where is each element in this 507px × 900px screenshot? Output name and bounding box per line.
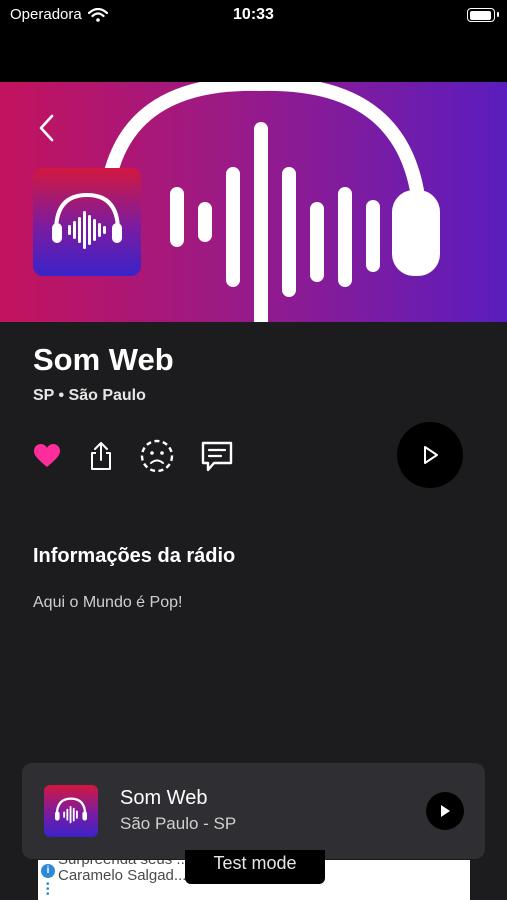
test-mode-badge: Test mode — [185, 850, 325, 884]
station-hero — [0, 82, 507, 322]
share-icon — [91, 442, 111, 470]
comment-button[interactable] — [199, 436, 235, 476]
play-icon — [441, 805, 450, 817]
info-description: Aqui o Mundo é Pop! — [33, 594, 183, 611]
play-icon — [424, 446, 438, 464]
station-location: SP • São Paulo — [33, 387, 146, 404]
mini-player-logo — [44, 785, 98, 837]
back-button[interactable] — [32, 110, 62, 146]
sad-face-icon — [140, 439, 174, 473]
waveform-bar — [170, 187, 184, 247]
waveform-bar — [226, 167, 240, 287]
mini-player-station: Som Web — [120, 787, 208, 809]
chevron-left-icon — [39, 114, 54, 142]
report-button[interactable] — [139, 436, 175, 476]
share-button[interactable] — [83, 436, 119, 476]
waveform-bar — [338, 187, 352, 287]
heart-icon — [34, 444, 60, 467]
status-time: 10:33 — [233, 6, 274, 23]
status-bar: Operadora 10:33 — [0, 0, 507, 32]
message-icon — [201, 441, 233, 472]
info-icon[interactable]: i — [41, 864, 55, 878]
favorite-button[interactable] — [29, 436, 65, 476]
battery-fill — [469, 10, 491, 20]
battery-icon — [467, 8, 499, 22]
station-name: Som Web — [33, 342, 174, 377]
headphones-waveform-logo — [52, 192, 122, 249]
waveform-bar — [366, 200, 380, 272]
nav-spacer — [0, 32, 507, 82]
waveform-bar — [198, 202, 212, 242]
mini-player[interactable]: Som Web São Paulo - SP — [22, 763, 485, 859]
more-options-icon[interactable]: • • • — [46, 880, 50, 900]
mini-play-button[interactable] — [426, 792, 464, 830]
waveform-bar — [282, 167, 296, 297]
station-logo — [33, 168, 141, 276]
headphones-waveform-logo — [55, 797, 87, 824]
mini-player-location: São Paulo - SP — [120, 814, 237, 833]
waveform-bar — [310, 202, 324, 282]
info-heading: Informações da rádio — [33, 545, 236, 567]
waveform-bar — [254, 122, 268, 322]
play-button[interactable] — [397, 422, 463, 488]
